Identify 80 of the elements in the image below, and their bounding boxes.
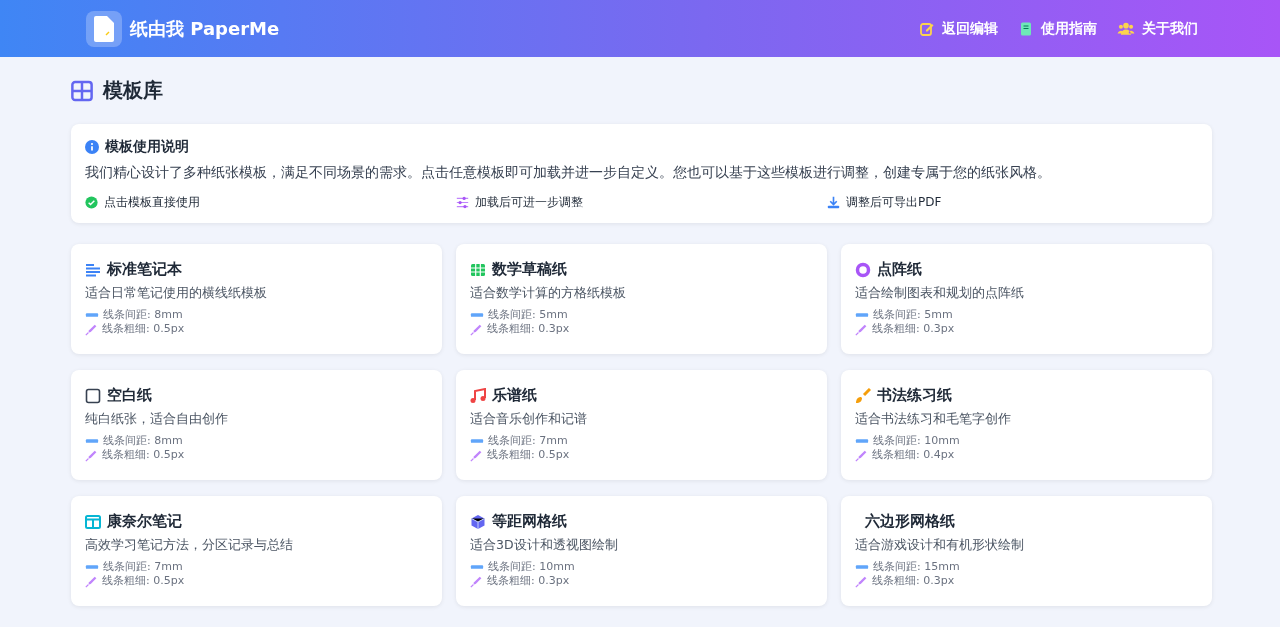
line-weight: 线条粗细: 0.4px: [872, 448, 955, 462]
pen-icon: [85, 574, 98, 588]
tip-text: 调整后可导出PDF: [846, 194, 942, 211]
template-card[interactable]: 数学草稿纸 适合数学计算的方格纸模板 线条间距: 5mm 线条粗细: 0.3px: [456, 244, 827, 354]
template-card[interactable]: 空白纸 纯白纸张，适合自由创作 线条间距: 8mm 线条粗细: 0.5px: [71, 370, 442, 480]
pen-icon: [85, 448, 98, 462]
music-icon: [470, 387, 486, 404]
line-spacing: 线条间距: 7mm: [103, 560, 183, 574]
template-title: 标准笔记本: [107, 260, 182, 279]
paintbrush-icon: [855, 387, 871, 404]
pen-icon: [470, 574, 483, 588]
brand-name: 纸由我 PaperMe: [130, 16, 280, 41]
pen-icon: [855, 322, 868, 336]
line-spacing: 线条间距: 15mm: [873, 560, 960, 574]
template-title: 六边形网格纸: [865, 512, 955, 531]
template-description: 适合3D设计和透视图绘制: [470, 537, 619, 554]
tip-text: 点击模板直接使用: [104, 194, 200, 211]
template-title: 书法练习纸: [877, 386, 952, 405]
pen-icon: [855, 574, 868, 588]
info-title: 模板使用说明: [105, 138, 189, 156]
check-circle-icon: [85, 196, 98, 209]
columns-icon: [85, 513, 101, 530]
sliders-icon: [456, 196, 469, 209]
template-title: 点阵纸: [877, 260, 922, 279]
square-icon: [85, 387, 101, 404]
info-text: 我们精心设计了多种纸张模板，满足不同场景的需求。点击任意模板即可加载并进一步自定义。您也可以基于这些模板进行调整，创建专属于您的纸张风格。: [85, 164, 1052, 182]
page-title: 模板库: [103, 77, 163, 104]
edit-icon: [919, 20, 935, 37]
align-left-icon: [85, 261, 101, 278]
template-title: 乐谱纸: [492, 386, 537, 405]
line-weight: 线条粗细: 0.3px: [872, 574, 955, 588]
download-icon: [827, 196, 840, 209]
line-weight: 线条粗细: 0.3px: [487, 322, 570, 336]
template-description: 适合游戏设计和有机形状绘制: [855, 537, 1025, 554]
template-card[interactable]: 书法练习纸 适合书法练习和毛笔字创作 线条间距: 10mm 线条粗细: 0.4px: [841, 370, 1212, 480]
template-title: 等距网格纸: [492, 512, 567, 531]
template-description: 适合书法练习和毛笔字创作: [855, 411, 1012, 428]
template-description: 适合日常笔记使用的横线纸模板: [85, 285, 268, 302]
line-weight: 线条粗细: 0.5px: [102, 322, 185, 336]
template-description: 适合数学计算的方格纸模板: [470, 285, 627, 302]
template-description: 高效学习笔记方法，分区记录与总结: [85, 537, 294, 554]
book-icon: [1018, 20, 1034, 37]
line-spacing: 线条间距: 5mm: [488, 308, 568, 322]
line-spacing: 线条间距: 7mm: [488, 434, 568, 448]
line-weight: 线条粗细: 0.5px: [487, 448, 570, 462]
template-title: 空白纸: [107, 386, 152, 405]
nav-link[interactable]: 返回编辑: [919, 19, 998, 38]
template-card[interactable]: 乐谱纸 适合音乐创作和记谱 线条间距: 7mm 线条粗细: 0.5px: [456, 370, 827, 480]
line-weight: 线条粗细: 0.5px: [102, 448, 185, 462]
template-card[interactable]: 康奈尔笔记 高效学习笔记方法，分区记录与总结 线条间距: 7mm 线条粗细: 0.5px: [71, 496, 442, 606]
template-card[interactable]: 等距网格纸 适合3D设计和透视图绘制 线条间距: 10mm 线条粗细: 0.3px: [456, 496, 827, 606]
nav-link[interactable]: 使用指南: [1018, 19, 1097, 38]
table-icon: [470, 261, 486, 278]
tip-text: 加载后可进一步调整: [475, 194, 583, 211]
pen-icon: [855, 448, 868, 462]
template-title: 康奈尔笔记: [107, 512, 182, 531]
template-title: 数学草稿纸: [492, 260, 567, 279]
line-spacing: 线条间距: 5mm: [873, 308, 953, 322]
line-weight: 线条粗细: 0.3px: [872, 322, 955, 336]
line-spacing: 线条间距: 10mm: [488, 560, 575, 574]
pen-icon: [470, 448, 483, 462]
pen-icon: [470, 322, 483, 336]
template-description: 适合绘制图表和规划的点阵纸: [855, 285, 1025, 302]
line-spacing: 线条间距: 8mm: [103, 308, 183, 322]
template-card[interactable]: 六边形网格纸 适合游戏设计和有机形状绘制 线条间距: 15mm 线条粗细: 0.3px: [841, 496, 1212, 606]
info-icon: [85, 140, 99, 154]
template-card[interactable]: 标准笔记本 适合日常笔记使用的横线纸模板 线条间距: 8mm 线条粗细: 0.5px: [71, 244, 442, 354]
template-description: 纯白纸张，适合自由创作: [85, 411, 229, 428]
template-card[interactable]: 点阵纸 适合绘制图表和规划的点阵纸 线条间距: 5mm 线条粗细: 0.3px: [841, 244, 1212, 354]
line-weight: 线条粗细: 0.5px: [102, 574, 185, 588]
line-spacing: 线条间距: 10mm: [873, 434, 960, 448]
line-spacing: 线条间距: 8mm: [103, 434, 183, 448]
template-description: 适合音乐创作和记谱: [470, 411, 588, 428]
cube-icon: [470, 513, 486, 530]
logo-icon: [86, 10, 122, 47]
line-weight: 线条粗细: 0.3px: [487, 574, 570, 588]
nav-link[interactable]: 关于我们: [1117, 19, 1198, 38]
grid-icon: [71, 79, 93, 102]
circle-dot-icon: [855, 261, 871, 278]
pen-icon: [85, 322, 98, 336]
